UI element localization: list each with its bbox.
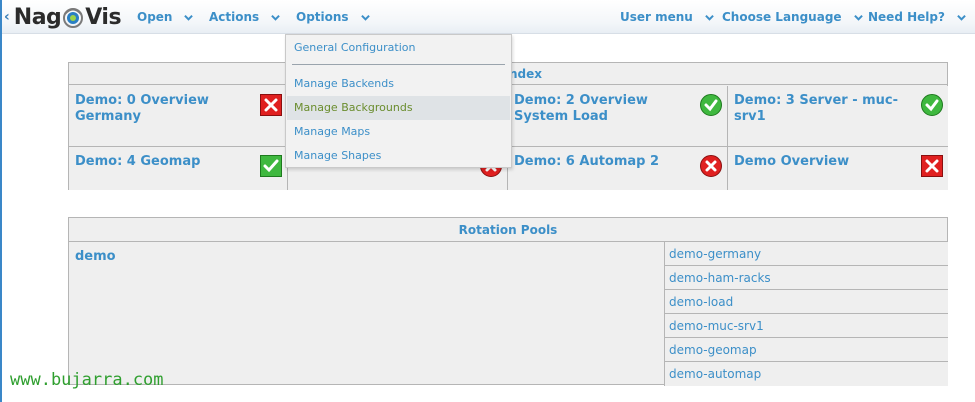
chevron-left-icon[interactable]: ‹ xyxy=(4,9,10,25)
chevron-down-icon xyxy=(360,14,370,21)
maps-table-title: ndex xyxy=(509,67,543,81)
map-cell[interactable]: Demo: 2 Overview System Load xyxy=(508,86,728,147)
pool-map-link[interactable]: demo-geomap xyxy=(664,338,948,362)
menu-actions[interactable]: Actions xyxy=(209,0,280,34)
pool-map-link[interactable]: demo-ham-racks xyxy=(664,266,948,290)
logo-text-right: Vis xyxy=(85,4,122,30)
map-cell[interactable]: Demo: 6 Automap 2 xyxy=(508,147,728,190)
chevron-down-icon xyxy=(705,14,714,21)
top-navigation-bar: ‹ Nag Vis Open Actions Options User menu… xyxy=(2,0,975,34)
menu-item-manage-maps[interactable]: Manage Maps xyxy=(287,120,510,144)
options-dropdown-menu: General Configuration Manage Backends Ma… xyxy=(285,34,512,168)
chevron-down-icon xyxy=(957,14,966,21)
menu-options[interactable]: Options xyxy=(296,0,370,34)
menu-open[interactable]: Open xyxy=(137,0,194,34)
menu-user[interactable]: User menu xyxy=(620,0,714,34)
map-cell[interactable]: Demo: 0 Overview Germany xyxy=(69,86,288,147)
ok-status-icon xyxy=(260,155,282,177)
chevron-down-icon xyxy=(853,14,863,21)
menu-actions-label: Actions xyxy=(209,10,260,24)
map-title[interactable]: Demo: 2 Overview System Load xyxy=(514,93,699,125)
pool-map-link[interactable]: demo-automap xyxy=(664,362,948,386)
logo-text-left: Nag xyxy=(13,4,62,30)
map-title[interactable]: Demo: 4 Geomap xyxy=(75,154,200,170)
map-cell[interactable]: Demo: 3 Server - muc-srv1 xyxy=(728,86,948,147)
ok-status-icon xyxy=(700,94,722,116)
menu-user-label: User menu xyxy=(620,10,693,24)
menu-item-manage-shapes[interactable]: Manage Shapes xyxy=(287,144,510,168)
critical-status-icon xyxy=(260,94,282,116)
rotation-pools-table: Rotation Pools demo demo-germany demo-ha… xyxy=(68,217,948,386)
chevron-down-icon xyxy=(271,14,280,21)
ok-status-icon xyxy=(921,94,943,116)
nagvis-logo[interactable]: ‹ Nag Vis xyxy=(4,4,122,30)
pool-map-link[interactable]: demo-germany xyxy=(664,242,948,266)
menu-separator xyxy=(292,64,505,65)
map-title[interactable]: Demo: 6 Automap 2 xyxy=(514,154,659,170)
critical-status-icon xyxy=(921,155,943,177)
pool-name[interactable]: demo xyxy=(75,249,116,264)
menu-item-manage-backgrounds[interactable]: Manage Backgrounds xyxy=(287,96,510,120)
menu-help-label: Need Help? xyxy=(868,10,945,24)
menu-item-manage-backends[interactable]: Manage Backends xyxy=(287,72,510,96)
menu-language-label: Choose Language xyxy=(722,10,842,24)
pool-map-link[interactable]: demo-load xyxy=(664,290,948,314)
logo-eye-icon xyxy=(62,6,84,28)
pool-map-link[interactable]: demo-muc-srv1 xyxy=(664,314,948,338)
menu-open-label: Open xyxy=(137,10,173,24)
menu-item-general-configuration[interactable]: General Configuration xyxy=(287,36,510,60)
menu-language[interactable]: Choose Language xyxy=(722,0,863,34)
map-cell[interactable]: Demo Overview xyxy=(728,147,948,190)
window-left-edge xyxy=(0,0,2,402)
map-title[interactable]: Demo: 3 Server - muc-srv1 xyxy=(734,93,914,125)
map-title[interactable]: Demo: 0 Overview Germany xyxy=(75,93,255,125)
menu-options-label: Options xyxy=(296,10,349,24)
map-cell[interactable]: Demo: 4 Geomap xyxy=(69,147,288,190)
critical-status-icon xyxy=(700,155,722,177)
rotation-pools-title: Rotation Pools xyxy=(69,218,947,242)
menu-help[interactable]: Need Help? xyxy=(868,0,966,34)
chevron-down-icon xyxy=(184,14,194,21)
map-title[interactable]: Demo Overview xyxy=(734,154,849,170)
watermark-text: www.bujarra.com xyxy=(10,370,164,390)
